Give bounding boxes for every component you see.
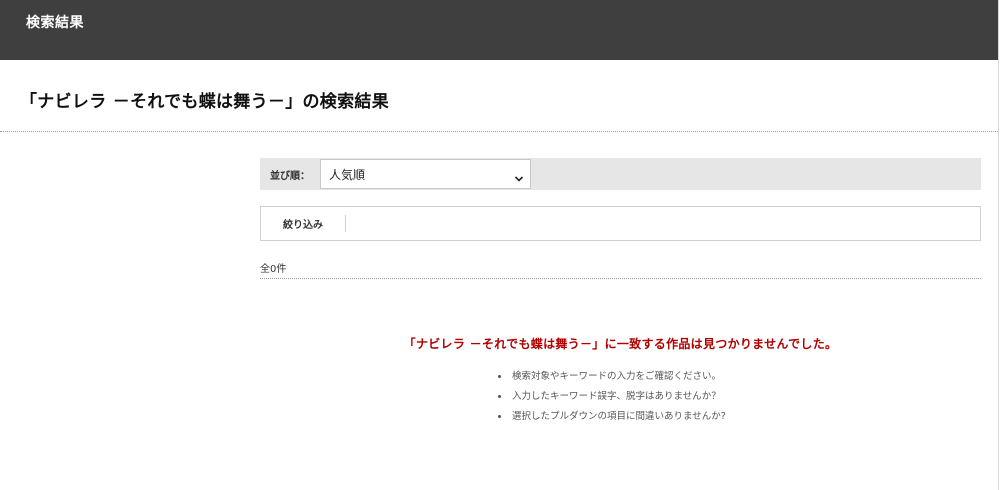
hint-item: 入力したキーワード誤字、脱字はありませんか？ [510,388,760,402]
hint-item: 検索対象やキーワードの入力をご確認ください。 [510,368,760,382]
top-bar: 検索結果 [0,0,998,60]
hint-list: 検索対象やキーワードの入力をご確認ください。 入力したキーワード誤字、脱字はあり… [510,368,760,422]
page: 検索結果 「ナビレラ －それでも蝶は舞う－」の検索結果 並び順： 人気順 絞り込… [0,0,999,490]
filter-box: 絞り込み [260,206,981,241]
sort-bar: 並び順： 人気順 [260,158,981,190]
chevron-down-icon [514,169,524,182]
results-content: 並び順： 人気順 絞り込み 全0件 「ナビレラ －それでも蝶は舞う－」に一致する… [260,158,981,428]
top-bar-title: 検索結果 [26,15,84,31]
filter-button[interactable]: 絞り込み [261,215,346,232]
hint-item: 選択したプルダウンの項目に間違いありませんか? [510,408,760,422]
sort-label: 並び順： [270,170,310,182]
search-heading-block: 「ナビレラ －それでも蝶は舞う－」の検索結果 [0,60,998,132]
result-count: 全0件 [260,259,981,279]
sort-select[interactable]: 人気順 [320,159,531,189]
page-title: 「ナビレラ －それでも蝶は舞う－」の検索結果 [20,92,390,112]
no-results-message: 「ナビレラ －それでも蝶は舞う－」に一致する作品は見つかりませんでした。 [403,337,838,351]
sort-selected-value: 人気順 [329,167,366,182]
